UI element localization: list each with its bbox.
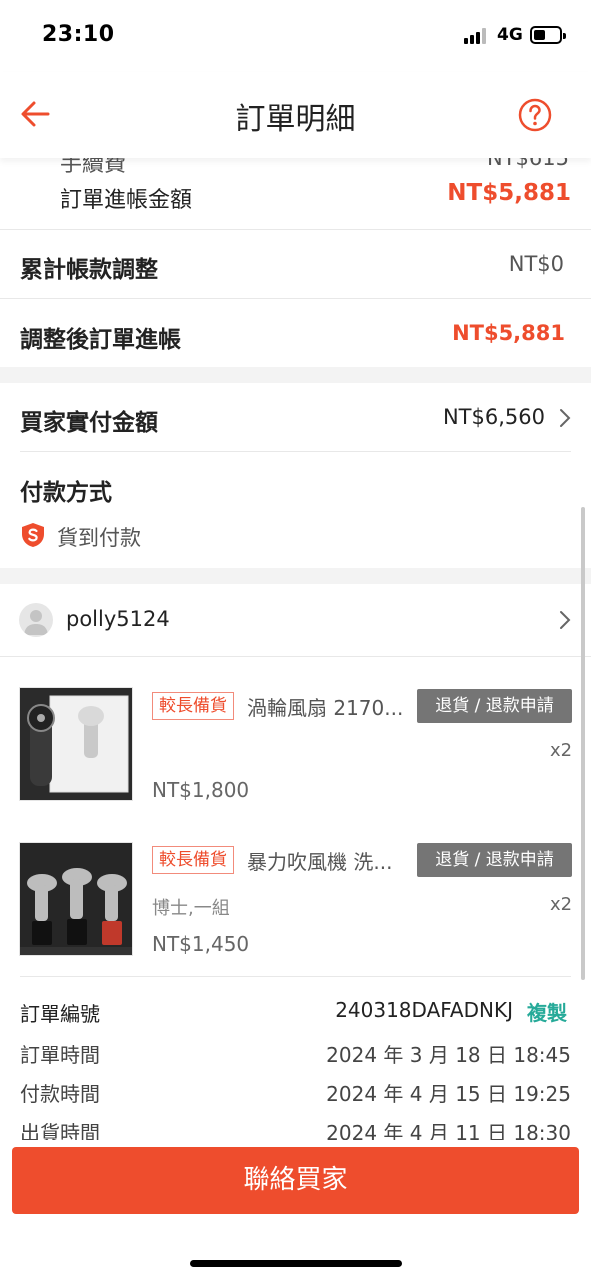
divider — [20, 451, 571, 452]
divider — [0, 298, 591, 299]
section-gap — [0, 367, 591, 383]
network-label: 4G — [497, 25, 523, 45]
fee-value: NT$615 — [487, 158, 569, 170]
order-number-value: 240318DAFADNKJ — [335, 998, 513, 1022]
chevron-right-icon — [560, 611, 571, 629]
order-income-label: 訂單進帳金額 — [60, 188, 193, 213]
order-time-value: 2024 年 3 月 18 日 18:45 — [326, 1043, 571, 1067]
buyer-row[interactable]: polly5124 — [0, 584, 591, 656]
chevron-right-icon — [560, 409, 571, 427]
product-qty: x2 — [550, 894, 573, 915]
payment-method-title: 付款方式 — [20, 480, 112, 506]
order-number-label: 訂單編號 — [20, 1002, 100, 1026]
product-price: NT$1,450 — [152, 932, 250, 956]
long-prep-badge: 較長備貨 — [152, 846, 234, 874]
buyer-paid-label: 買家實付金額 — [20, 410, 158, 436]
divider — [20, 976, 571, 977]
user-avatar-icon — [24, 610, 48, 635]
payment-time-label: 付款時間 — [20, 1082, 100, 1106]
adjusted-income-value: NT$5,881 — [452, 321, 565, 345]
copy-button[interactable]: 複製 — [527, 997, 567, 1026]
ship-time-label: 出貨時間 — [20, 1121, 100, 1140]
buyer-paid-value: NT$6,560 — [442, 405, 545, 429]
home-indicator — [190, 1260, 402, 1267]
payment-method-value: 貨到付款 — [57, 526, 141, 550]
help-icon[interactable] — [518, 98, 552, 132]
order-income-value: NT$5,881 — [447, 180, 571, 206]
section-gap — [0, 568, 591, 584]
adjusted-income-label: 調整後訂單進帳 — [20, 327, 181, 353]
refund-request-button[interactable]: 退貨 / 退款申請 — [417, 843, 572, 877]
product-item[interactable]: 較長備貨 渦輪風扇 2170... 退貨 / 退款申請 x2 NT$1,800 — [0, 656, 591, 806]
status-time: 23:10 — [42, 22, 115, 47]
product-item[interactable]: 較長備貨 暴力吹風機 洗... 退貨 / 退款申請 博士,一組 x2 NT$1,… — [0, 806, 591, 976]
status-bar: 23:10 4G — [0, 0, 591, 72]
header: 訂單明細 — [0, 72, 591, 158]
product-price: NT$1,800 — [152, 778, 250, 802]
order-detail-content[interactable]: 手續費 NT$615 訂單進帳金額 NT$5,881 累計帳款調整 NT$0 調… — [0, 158, 591, 1140]
buyer-paid-row[interactable]: 買家實付金額 NT$6,560 — [0, 383, 591, 451]
ship-time-value: 2024 年 4 月 11 日 18:30 — [326, 1121, 571, 1140]
payment-time-value: 2024 年 4 月 15 日 19:25 — [326, 1082, 571, 1106]
battery-icon — [530, 26, 566, 44]
shopee-guarantee-shield-icon — [22, 523, 44, 547]
refund-request-button[interactable]: 退貨 / 退款申請 — [417, 689, 572, 723]
avatar — [19, 603, 53, 637]
order-time-label: 訂單時間 — [20, 1043, 100, 1067]
contact-buyer-button[interactable]: 聯絡買家 — [12, 1147, 579, 1214]
buyer-username: polly5124 — [66, 607, 170, 631]
signal-icon — [464, 28, 490, 44]
product-image — [19, 687, 133, 801]
long-prep-badge: 較長備貨 — [152, 692, 234, 720]
fee-label: 手續費 — [60, 158, 127, 177]
scrollbar[interactable] — [581, 507, 585, 980]
product-image — [19, 842, 133, 956]
product-name: 暴力吹風機 洗... — [247, 850, 393, 874]
product-name: 渦輪風扇 2170... — [247, 696, 404, 720]
bottom-bar: 聯絡買家 — [0, 1140, 591, 1280]
adjust-value: NT$0 — [508, 252, 564, 276]
page-title: 訂單明細 — [235, 102, 356, 137]
divider — [0, 229, 591, 230]
adjust-label: 累計帳款調整 — [20, 257, 158, 283]
product-variant: 博士,一組 — [152, 898, 230, 919]
product-qty: x2 — [550, 740, 573, 761]
